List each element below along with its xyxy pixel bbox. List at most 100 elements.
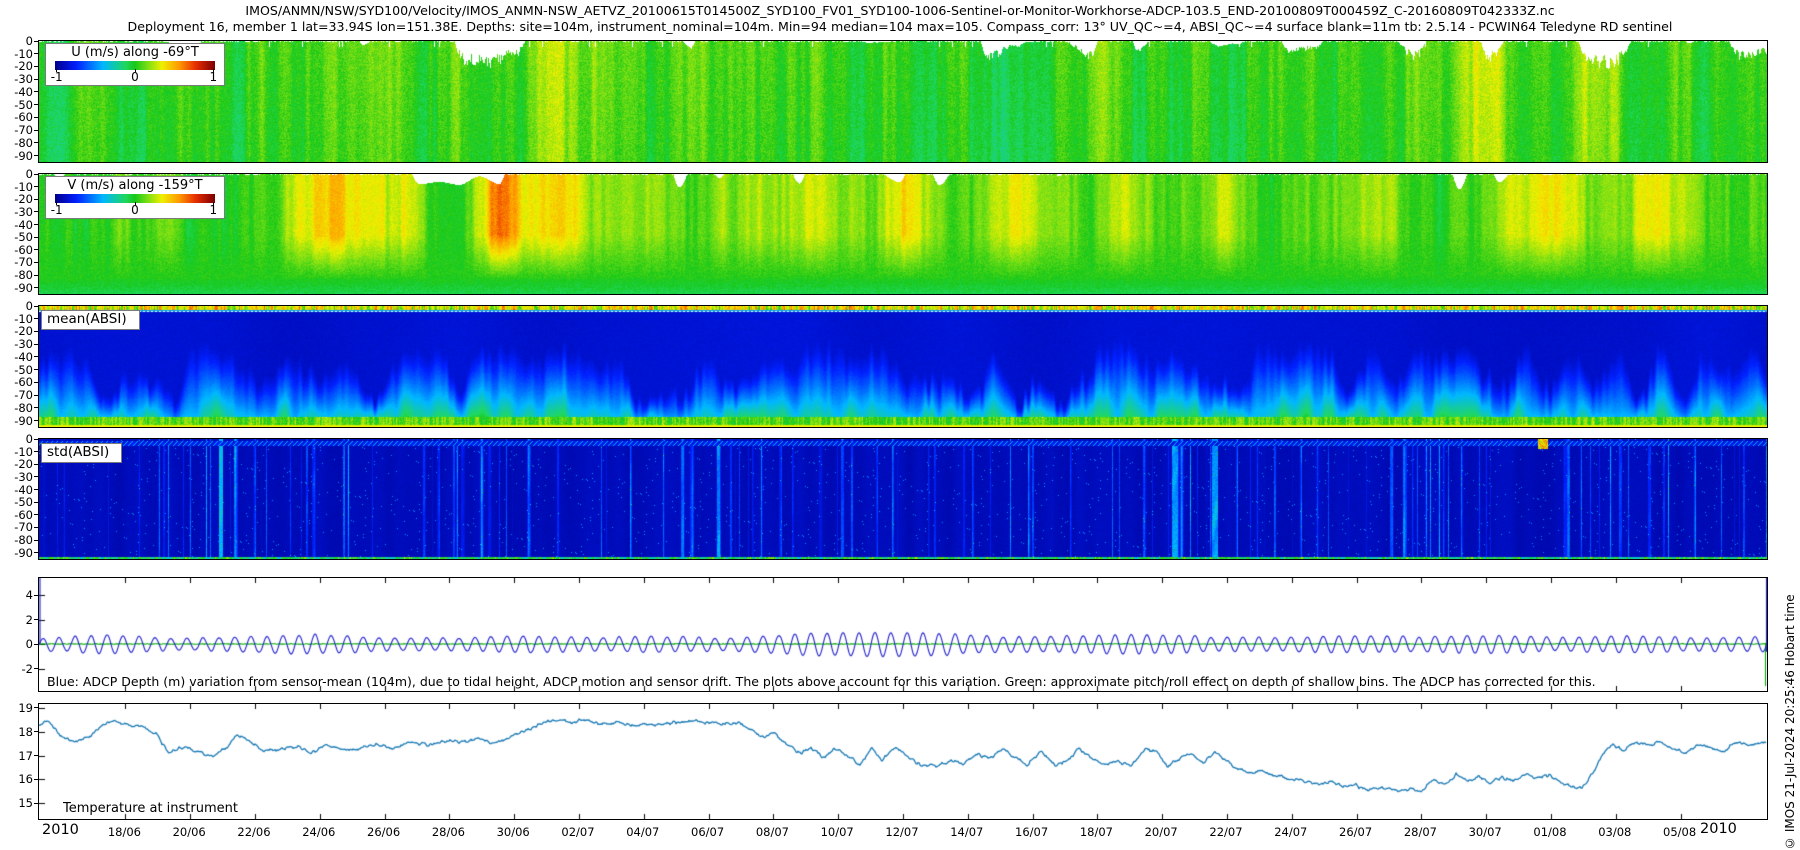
panel-v-velocity: V (m/s) along -159°T -101 0-10-20-30-40-… (38, 173, 1768, 295)
x-tick-label: 30/07 (1469, 825, 1502, 839)
y-tick-label: -90 (0, 547, 33, 559)
y-tick-label: -50 (0, 99, 33, 111)
y-tick-label: -80 (0, 402, 33, 414)
panel-u-velocity: U (m/s) along -69°T -101 0-10-20-30-40-5… (38, 40, 1768, 163)
panel-mean-absi: mean(ABSI) 0-10-20-30-40-50-60-70-80-90 (38, 305, 1768, 428)
y-tick-label: 0 (0, 35, 33, 47)
y-tick-label: -30 (0, 206, 33, 218)
x-tick-label: 04/07 (626, 825, 659, 839)
y-tick-mark (34, 66, 38, 67)
y-tick-label: -30 (0, 471, 33, 483)
y-tick-label: -30 (0, 338, 33, 350)
y-tick-label: -70 (0, 124, 33, 136)
x-tick-label: 16/07 (1015, 825, 1048, 839)
y-tick-mark (34, 540, 38, 541)
x-tick-label: 22/06 (237, 825, 270, 839)
colorbar-tick-label: 1 (209, 71, 217, 84)
y-tick-label: -60 (0, 244, 33, 256)
mean-absi-heatmap-canvas (39, 306, 1767, 427)
x-tick-label: 24/06 (302, 825, 335, 839)
y-tick-label: -20 (0, 325, 33, 337)
y-tick-mark (34, 41, 38, 42)
figure-stage: IMOS/ANMN/NSW/SYD100/Velocity/IMOS_ANMN-… (0, 0, 1800, 850)
u-velocity-heatmap-canvas (39, 41, 1767, 162)
y-tick-mark (34, 476, 38, 477)
y-tick-mark (34, 514, 38, 515)
y-tick-label: 16 (0, 773, 33, 785)
y-tick-label: -50 (0, 496, 33, 508)
y-tick-label: -80 (0, 269, 33, 281)
y-tick-label: 2 (0, 614, 33, 626)
colorbar-tick-label: -1 (51, 204, 63, 217)
x-tick-label: 10/07 (821, 825, 854, 839)
y-tick-mark (34, 91, 38, 92)
figure-title-line1: IMOS/ANMN/NSW/SYD100/Velocity/IMOS_ANMN-… (0, 3, 1800, 18)
x-tick-label: 28/06 (432, 825, 465, 839)
x-tick-label: 14/07 (950, 825, 983, 839)
y-tick-mark (34, 755, 38, 756)
y-tick-label: -40 (0, 86, 33, 98)
y-tick-mark (34, 306, 38, 307)
y-tick-mark (34, 275, 38, 276)
x-tick-label: 20/07 (1145, 825, 1178, 839)
y-tick-label: -90 (0, 282, 33, 294)
mean-absi-label: mean(ABSI) (41, 310, 140, 330)
y-tick-mark (34, 344, 38, 345)
v-colorbar-legend: V (m/s) along -159°T -101 (45, 176, 225, 219)
u-colorbar-ticks: -101 (46, 70, 224, 85)
y-tick-mark (34, 287, 38, 288)
y-tick-label: -60 (0, 111, 33, 123)
u-colorbar-legend: U (m/s) along -69°T -101 (45, 43, 225, 86)
y-tick-mark (34, 237, 38, 238)
imos-credit-vertical: © IMOS 21-Jul-2024 20:25:46 Hobart time (1783, 496, 1797, 850)
std-absi-heatmap-canvas (39, 439, 1767, 559)
y-tick-label: -70 (0, 389, 33, 401)
y-tick-mark (34, 552, 38, 553)
temperature-line-canvas (39, 704, 1767, 819)
y-tick-label: -40 (0, 484, 33, 496)
y-tick-mark (34, 331, 38, 332)
y-tick-mark (34, 451, 38, 452)
depth-variation-note: Blue: ADCP Depth (m) variation from sens… (47, 674, 1596, 689)
y-tick-label: 15 (0, 797, 33, 809)
y-tick-mark (34, 595, 38, 596)
colorbar-tick-mark (56, 69, 57, 72)
v-legend-title: V (m/s) along -159°T (46, 178, 224, 193)
y-tick-mark (34, 224, 38, 225)
panel-temperature: Temperature at instrument 1918171615 (38, 703, 1768, 820)
x-tick-label: 18/07 (1080, 825, 1113, 839)
y-tick-mark (34, 395, 38, 396)
y-tick-label: -30 (0, 73, 33, 85)
y-tick-label: -40 (0, 351, 33, 363)
y-tick-mark (34, 356, 38, 357)
colorbar-tick-mark (56, 202, 57, 205)
y-tick-label: -10 (0, 48, 33, 60)
v-velocity-heatmap-canvas (39, 174, 1767, 294)
x-tick-label: 26/07 (1339, 825, 1372, 839)
y-tick-label: -50 (0, 231, 33, 243)
y-tick-label: 19 (0, 702, 33, 714)
y-tick-mark (34, 489, 38, 490)
y-tick-label: -50 (0, 364, 33, 376)
y-tick-mark (34, 619, 38, 620)
y-tick-label: -2 (0, 663, 33, 675)
y-tick-label: 17 (0, 750, 33, 762)
x-tick-label: 18/06 (108, 825, 141, 839)
y-tick-mark (34, 174, 38, 175)
y-tick-mark (34, 104, 38, 105)
y-tick-mark (34, 731, 38, 732)
colorbar-tick-label: 0 (131, 71, 139, 84)
y-tick-mark (34, 382, 38, 383)
y-tick-mark (34, 142, 38, 143)
panel-depth-variation: Blue: ADCP Depth (m) variation from sens… (38, 577, 1768, 692)
y-tick-label: -70 (0, 521, 33, 533)
y-tick-mark (34, 318, 38, 319)
y-tick-mark (34, 527, 38, 528)
y-tick-mark (34, 707, 38, 708)
y-tick-label: 4 (0, 589, 33, 601)
temperature-label: Temperature at instrument (63, 801, 238, 816)
v-colorbar-ticks: -101 (46, 203, 224, 218)
y-tick-label: -80 (0, 534, 33, 546)
y-tick-mark (34, 407, 38, 408)
x-axis-year-left: 2010 (42, 822, 79, 838)
